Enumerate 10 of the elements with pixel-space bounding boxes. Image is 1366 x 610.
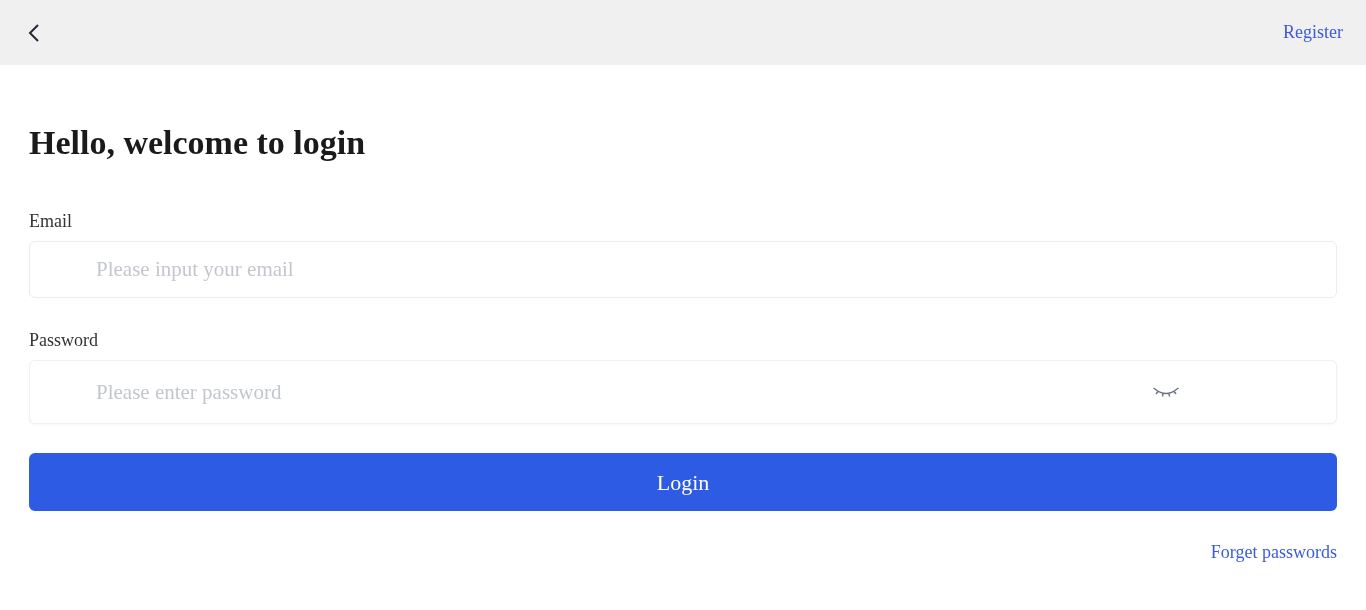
back-icon[interactable] — [28, 22, 40, 43]
forget-password-link[interactable]: Forget passwords — [1210, 540, 1337, 564]
login-button[interactable]: Login — [29, 453, 1337, 511]
register-link[interactable]: Register — [1283, 19, 1343, 46]
password-field[interactable]: Please enter password — [29, 360, 1337, 424]
page-title: Hello, welcome to login — [29, 123, 367, 163]
email-field[interactable]: Please input your email — [29, 241, 1337, 298]
password-label: Password — [29, 329, 98, 352]
closed-eye-icon[interactable] — [1153, 386, 1179, 398]
email-label: Email — [29, 210, 72, 233]
